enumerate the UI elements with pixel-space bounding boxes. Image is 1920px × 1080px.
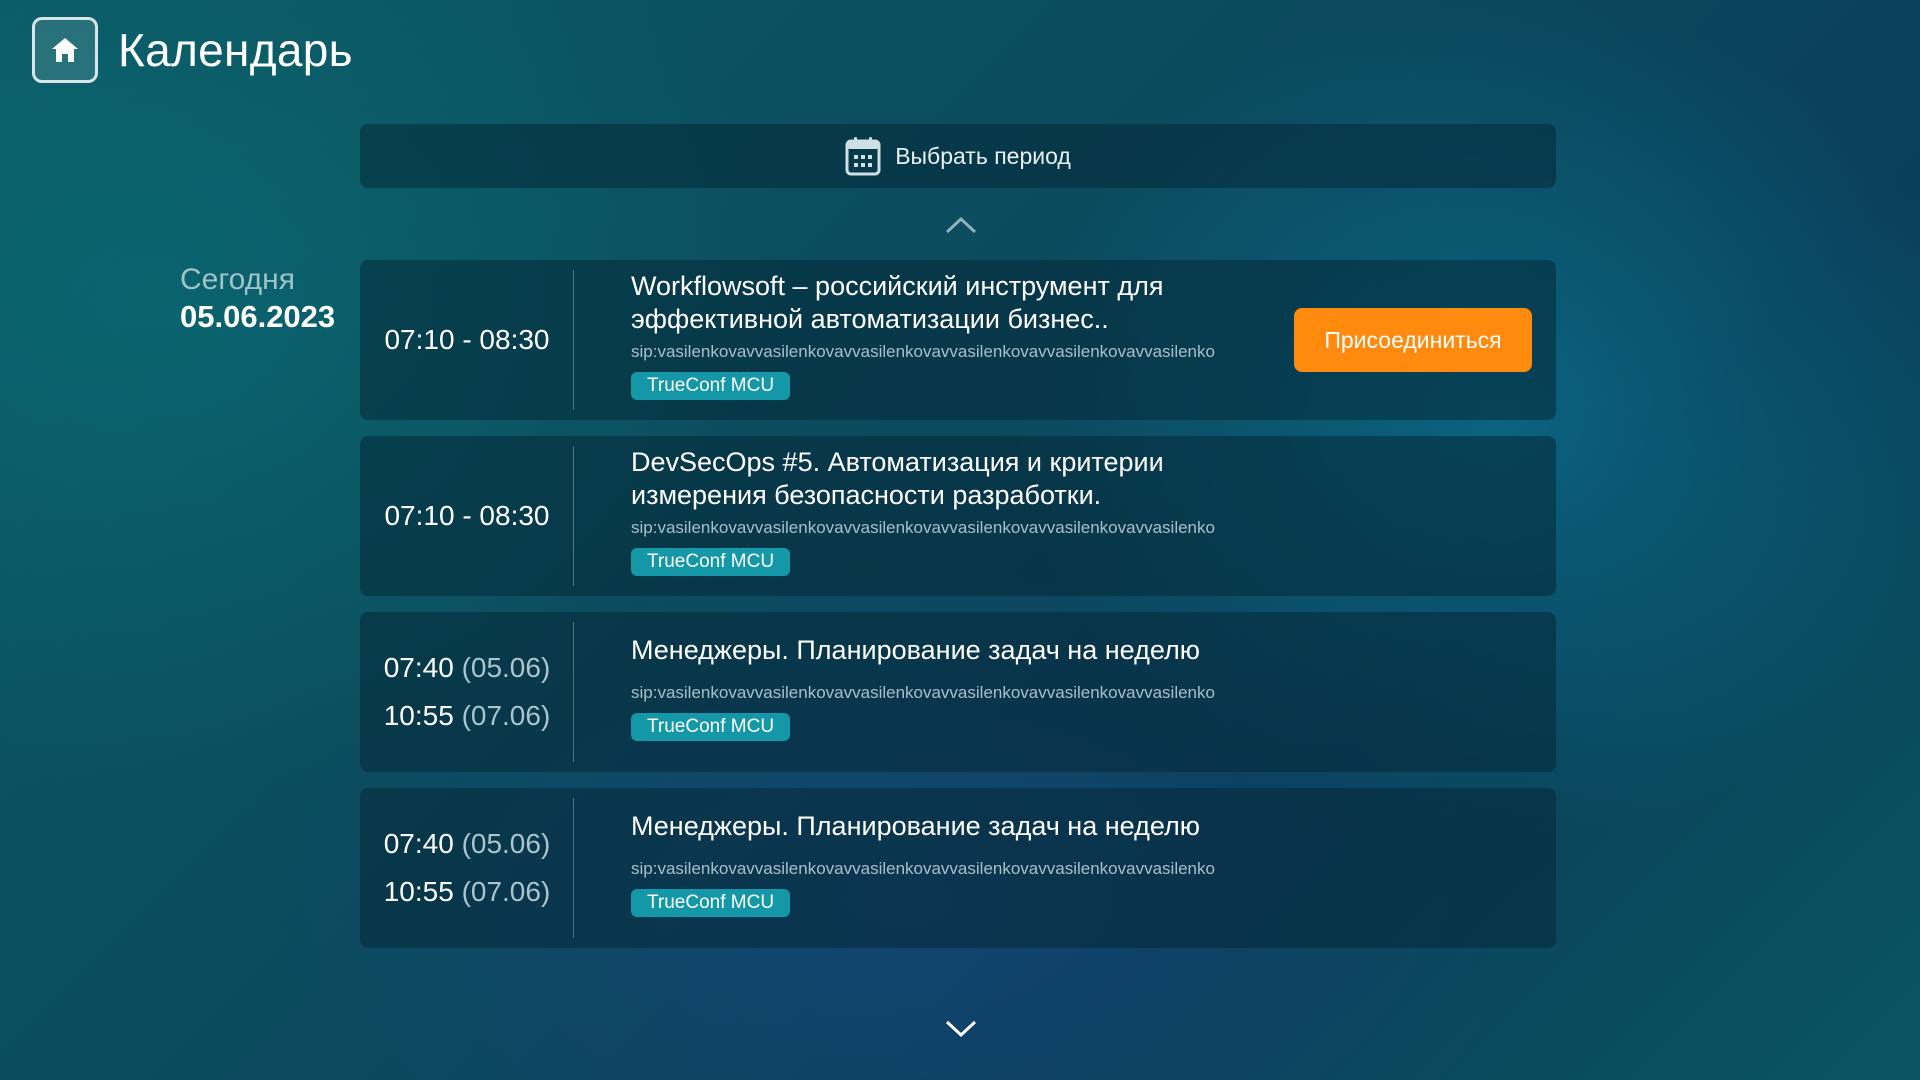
select-period-button[interactable]: Выбрать период bbox=[360, 124, 1556, 188]
chevron-down-icon[interactable] bbox=[944, 1018, 978, 1040]
day-name: Сегодня bbox=[180, 263, 295, 296]
page-title: Календарь bbox=[118, 24, 353, 76]
event-sip-address: sip:vasilenkovavvasilenkovavvasilenkovav… bbox=[631, 683, 1215, 702]
event-sip-address: sip:vasilenkovavvasilenkovavvasilenkovav… bbox=[631, 859, 1215, 878]
event-card[interactable]: 07:10 - 08:30 Workflowsoft – российский … bbox=[360, 260, 1556, 420]
home-button[interactable] bbox=[32, 17, 98, 83]
event-content: Менеджеры. Планирование задач на неделю … bbox=[631, 810, 1271, 917]
event-content: Workflowsoft – российский инструмент для… bbox=[631, 270, 1271, 400]
day-label: Сегодня 05.06.2023 bbox=[180, 262, 335, 336]
event-content: Менеджеры. Планирование задач на неделю … bbox=[631, 634, 1271, 741]
event-end-time: 10:55 bbox=[383, 876, 454, 907]
event-end: 10:55 (07.06) bbox=[384, 868, 551, 916]
event-sip-address: sip:vasilenkovavvasilenkovavvasilenkovav… bbox=[631, 342, 1215, 361]
calendar-icon bbox=[845, 137, 881, 176]
select-period-label: Выбрать период bbox=[895, 142, 1071, 169]
event-title: Менеджеры. Планирование задач на неделю bbox=[631, 811, 1200, 841]
event-time-range: 07:10 - 08:30 bbox=[384, 500, 550, 531]
event-card[interactable]: 07:10 - 08:30 DevSecOps #5. Автоматизаци… bbox=[360, 436, 1556, 596]
divider bbox=[573, 622, 574, 762]
event-end-date: (07.06) bbox=[461, 700, 551, 731]
server-tag: TrueConf MCU bbox=[631, 713, 791, 741]
chevron-up-icon[interactable] bbox=[944, 214, 978, 236]
server-tag: TrueConf MCU bbox=[631, 548, 791, 576]
event-title: DevSecOps #5. Автоматизация и критерии и… bbox=[631, 446, 1271, 512]
server-tag: TrueConf MCU bbox=[631, 889, 791, 917]
day-date: 05.06.2023 bbox=[180, 299, 336, 334]
event-end-date: (07.06) bbox=[461, 876, 551, 907]
divider bbox=[573, 446, 574, 586]
event-time: 07:10 - 08:30 bbox=[360, 260, 574, 420]
event-title-line: DevSecOps #5. Автоматизация и критерии bbox=[631, 447, 1164, 477]
event-sip-address: sip:vasilenkovavvasilenkovavvasilenkovav… bbox=[631, 518, 1215, 537]
home-icon bbox=[52, 38, 78, 62]
event-start: 07:40 (05.06) bbox=[384, 820, 551, 868]
event-title-line: измерения безопасности разработки. bbox=[631, 480, 1102, 510]
event-start-time: 07:40 bbox=[383, 828, 454, 859]
event-card[interactable]: 07:40 (05.06) 10:55 (07.06) Менеджеры. П… bbox=[360, 612, 1556, 772]
event-time: 07:10 - 08:30 bbox=[360, 436, 574, 596]
divider bbox=[573, 798, 574, 938]
server-tag: TrueConf MCU bbox=[631, 372, 791, 400]
event-end-time: 10:55 bbox=[383, 700, 454, 731]
event-start-date: (05.06) bbox=[461, 828, 551, 859]
event-title-line: эффективной автоматизации бизнес.. bbox=[631, 304, 1109, 334]
event-title-line: Workflowsoft – российский инструмент для bbox=[631, 271, 1164, 301]
event-time-range: 07:10 - 08:30 bbox=[384, 324, 550, 355]
event-title: Менеджеры. Планирование задач на неделю bbox=[631, 635, 1200, 665]
event-title: Workflowsoft – российский инструмент для… bbox=[631, 270, 1271, 336]
event-card[interactable]: 07:40 (05.06) 10:55 (07.06) Менеджеры. П… bbox=[360, 788, 1556, 948]
event-start: 07:40 (05.06) bbox=[384, 644, 551, 692]
event-time: 07:40 (05.06) 10:55 (07.06) bbox=[360, 612, 574, 772]
event-content: DevSecOps #5. Автоматизация и критерии и… bbox=[631, 446, 1271, 576]
event-end: 10:55 (07.06) bbox=[384, 692, 551, 740]
event-time: 07:40 (05.06) 10:55 (07.06) bbox=[360, 788, 574, 948]
header: Календарь bbox=[32, 14, 353, 86]
event-start-date: (05.06) bbox=[461, 652, 551, 683]
divider bbox=[573, 270, 574, 410]
event-start-time: 07:40 bbox=[383, 652, 454, 683]
join-button[interactable]: Присоединиться bbox=[1294, 308, 1532, 372]
